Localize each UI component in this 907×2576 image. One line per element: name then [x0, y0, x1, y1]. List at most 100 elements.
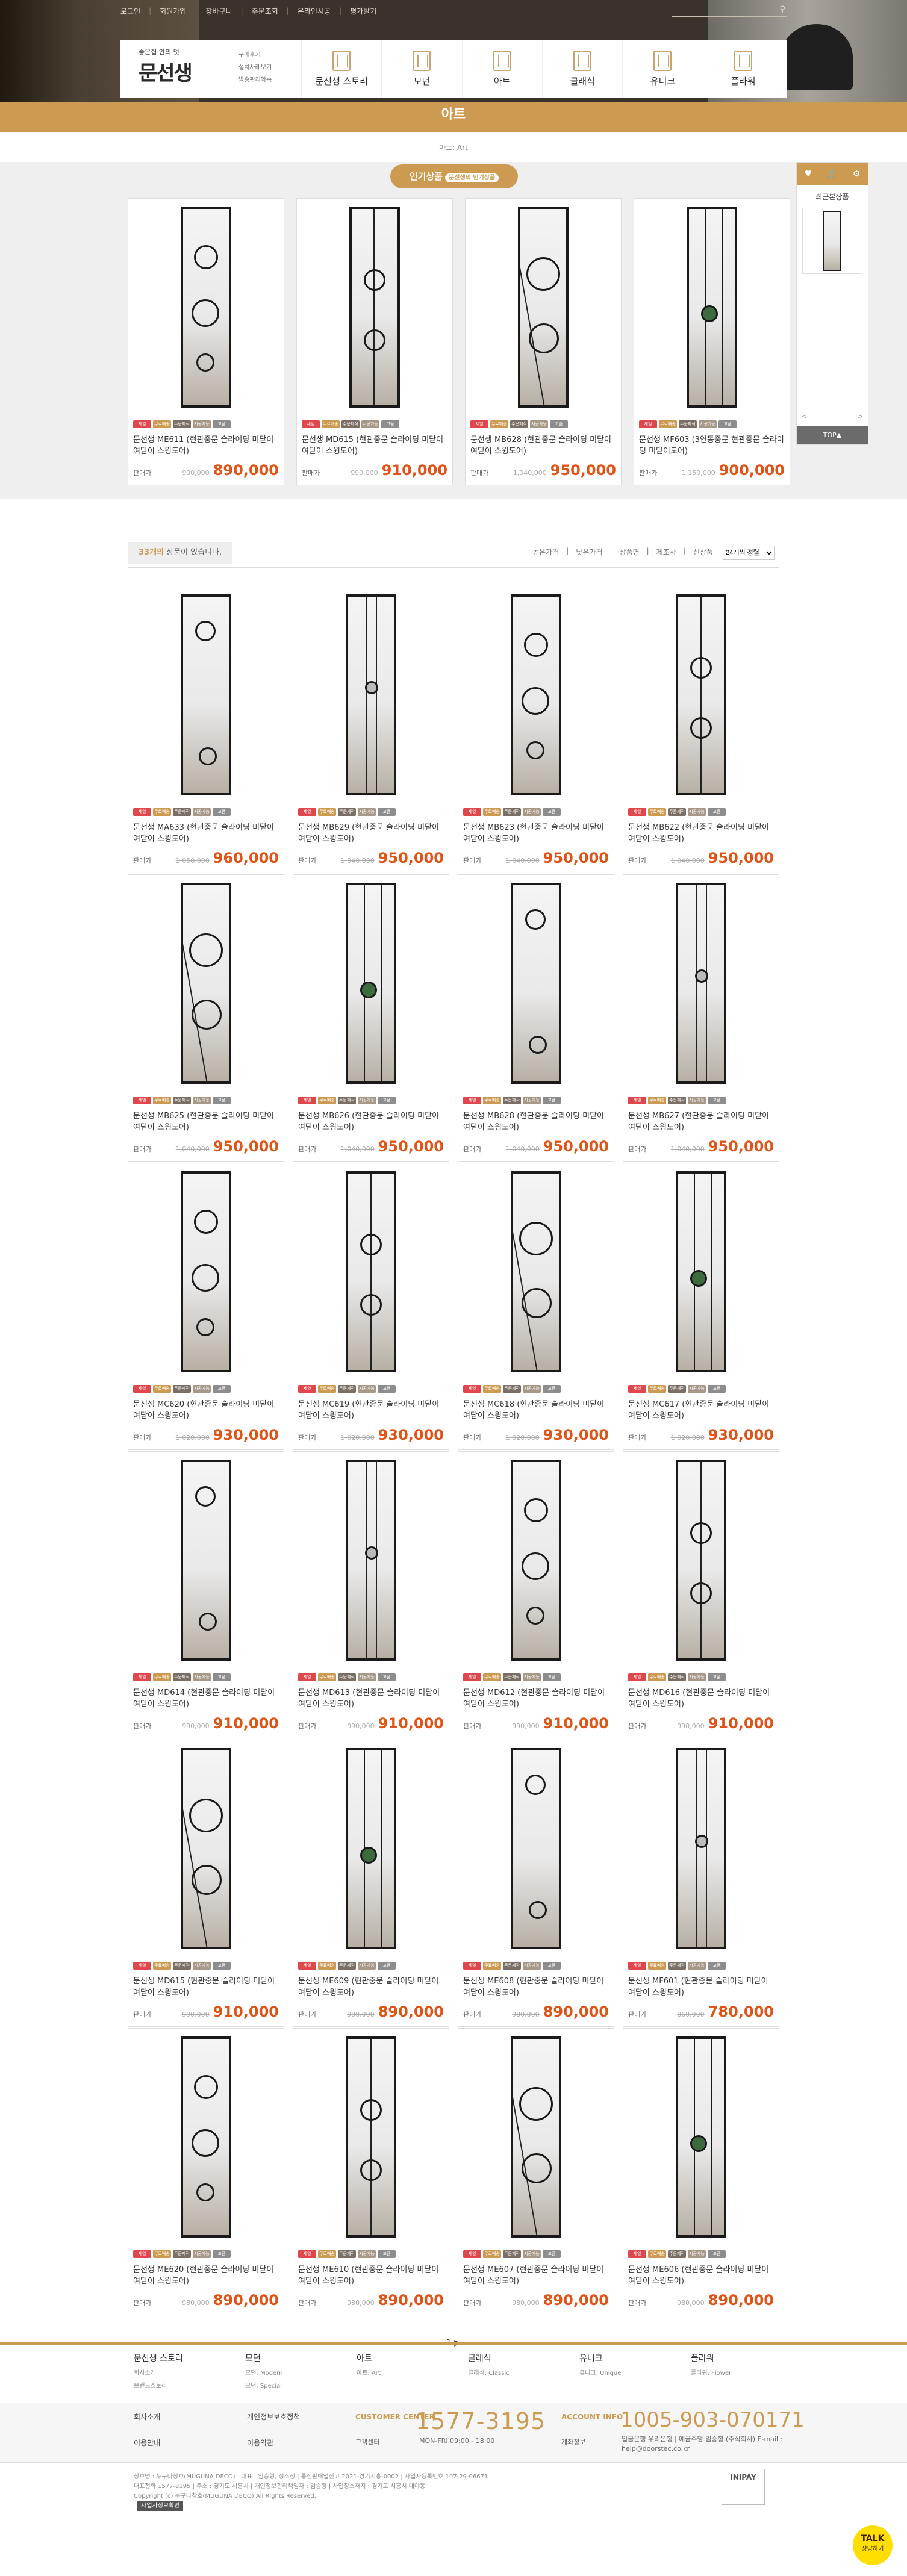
business-info-button[interactable]: 사업자정보확인 — [137, 2501, 184, 2511]
product-thumb[interactable] — [466, 199, 621, 415]
product-card[interactable]: 세일 무료배송 주문제작 시공가능 고품 문선생 MD615 (현관중문 슬라이딩 미닫이… — [128, 1740, 284, 2027]
footer-nav-title[interactable]: 모던 — [245, 2354, 261, 2363]
per-page-select[interactable]: 24개씩 정렬 — [723, 546, 775, 560]
product-thumb[interactable] — [623, 2029, 779, 2245]
cart-icon[interactable]: 🛒 — [827, 169, 837, 179]
product-card[interactable]: 세일 무료배송 주문제작 시공가능 고품 문선생 ME606 (현관중문 슬라이딩 미닫이… — [623, 2028, 779, 2315]
footer-guide-link[interactable]: 이용안내 — [134, 2438, 160, 2448]
product-card[interactable]: 세일 무료배송 주문제작 시공가능 고품 문선생 MD616 (현관중문 슬라이딩 미닫이… — [623, 1451, 779, 1738]
product-name[interactable]: 문선생 MD615 (현관중문 슬라이딩 미닫이 여닫이 스윙도어) — [297, 428, 452, 458]
footer-nav-title[interactable]: 플라워 — [691, 2354, 714, 2363]
kakao-chat-button[interactable]: TALK 상담하기 — [853, 2525, 893, 2565]
product-card[interactable]: 세일 무료배송 주문제작 시공가능 고품 문선생 MC619 (현관중문 슬라이딩 미닫이… — [293, 1163, 449, 1450]
product-name[interactable]: 문선생 MB625 (현관중문 슬라이딩 미닫이 여닫이 스윙도어) — [128, 1104, 284, 1134]
product-name[interactable]: 문선생 MB628 (현관중문 슬라이딩 미닫이 여닫이 스윙도어) — [466, 428, 621, 458]
nav-story[interactable]: 문선생 스토리 — [301, 40, 381, 98]
footer-nav-title[interactable]: 문선생 스토리 — [134, 2354, 183, 2363]
sidebar-prev-button[interactable]: < — [802, 412, 807, 420]
footer-nav-sub[interactable]: 유니크: Unique — [579, 2368, 691, 2377]
product-card[interactable]: 세일 무료배송 주문제작 시공가능 고품 문선생 MC617 (현관중문 슬라이딩 미닫이… — [623, 1163, 779, 1450]
product-thumb[interactable] — [293, 1163, 449, 1380]
footer-nav-sub[interactable]: 모던: Special — [245, 2380, 357, 2389]
product-thumb[interactable] — [458, 1163, 614, 1380]
product-name[interactable]: 문선생 ME609 (현관중문 슬라이딩 미닫이 여닫이 스윙도어) — [293, 1970, 449, 2000]
sidebar-next-button[interactable]: > — [858, 412, 863, 420]
quick-link-review[interactable]: 구매후기 — [238, 49, 272, 58]
product-thumb[interactable] — [623, 1452, 779, 1669]
product-name[interactable]: 문선생 MB626 (현관중문 슬라이딩 미닫이 여닫이 스윙도어) — [293, 1104, 449, 1134]
product-thumb[interactable] — [293, 1452, 449, 1669]
product-card[interactable]: 세일 무료배송 주문제작 시공가능 고품 문선생 MC618 (현관중문 슬라이딩 미닫이… — [458, 1163, 614, 1450]
sort-new[interactable]: 신상품 — [693, 547, 713, 557]
product-thumb[interactable] — [128, 1740, 284, 1957]
product-name[interactable]: 문선생 MC619 (현관중문 슬라이딩 미닫이 여닫이 스윙도어) — [293, 1393, 449, 1423]
product-thumb[interactable] — [623, 875, 779, 1092]
product-name[interactable]: 문선생 MB623 (현관중문 슬라이딩 미닫이 여닫이 스윙도어) — [458, 816, 614, 846]
product-thumb[interactable] — [293, 875, 449, 1092]
product-thumb[interactable] — [128, 1452, 284, 1669]
product-name[interactable]: 문선생 ME611 (현관중문 슬라이딩 미닫이 여닫이 스윙도어) — [128, 428, 284, 458]
nav-art[interactable]: 아트 — [461, 40, 542, 98]
product-card[interactable]: 세일 무료배송 주문제작 시공가능 고품 문선생 MB628 (현관중문 슬라이딩 미닫이… — [458, 874, 614, 1162]
product-card[interactable]: 세일 무료배송 주문제작 시공가능 고품 문선생 MB629 (현관중문 슬라이딩 미닫이… — [293, 586, 449, 873]
search-input[interactable] — [672, 7, 768, 17]
product-card[interactable]: 세일 무료배송 주문제작 시공가능 고품 문선생 ME611 (현관중문 슬라이딩 미닫이… — [128, 198, 284, 485]
product-card[interactable]: 세일 무료배송 주문제작 시공가능 고품 문선생 MB628 (현관중문 슬라이딩 미닫이… — [465, 198, 622, 485]
product-thumb[interactable] — [458, 1740, 614, 1957]
search-icon[interactable]: ⚲ — [779, 5, 785, 14]
util-rating-link[interactable]: 평가탈기 — [350, 6, 376, 16]
util-login-link[interactable]: 로그인 — [120, 6, 140, 16]
product-card[interactable]: 세일 무료배송 주문제작 시공가능 고품 문선생 MD612 (현관중문 슬라이딩 미닫이… — [458, 1451, 614, 1738]
product-card[interactable]: 세일 무료배송 주문제작 시공가능 고품 문선생 MB626 (현관중문 슬라이딩 미닫이… — [293, 874, 449, 1162]
product-name[interactable]: 문선생 ME610 (현관중문 슬라이딩 미닫이 여닫이 스윙도어) — [293, 2258, 449, 2288]
nav-modern[interactable]: 모던 — [381, 40, 461, 98]
footer-privacy-link[interactable]: 개인정보보호정책 — [247, 2412, 300, 2422]
product-name[interactable]: 문선생 MD612 (현관중문 슬라이딩 미닫이 여닫이 스윙도어) — [458, 1681, 614, 1711]
nav-classic[interactable]: 클래식 — [541, 40, 622, 98]
product-card[interactable]: 세일 무료배송 주문제작 시공가능 고품 문선생 MD613 (현관중문 슬라이딩 미닫이… — [293, 1451, 449, 1738]
product-thumb[interactable] — [293, 1740, 449, 1957]
nav-unique[interactable]: 유니크 — [622, 40, 702, 98]
nav-flower[interactable]: 플라워 — [702, 40, 783, 98]
footer-nav-title[interactable]: 유니크 — [579, 2354, 603, 2363]
sort-low-price[interactable]: 낮은가격 — [576, 547, 602, 557]
product-card[interactable]: 세일 무료배송 주문제작 시공가능 고품 문선생 ME609 (현관중문 슬라이딩 미닫이… — [293, 1740, 449, 2027]
logo[interactable]: 좋은집 안의 멋 문선생 — [139, 47, 229, 90]
product-card[interactable]: 세일 무료배송 주문제작 시공가능 고품 문선생 MB623 (현관중문 슬라이딩 미닫이… — [458, 586, 614, 873]
product-name[interactable]: 문선생 MD614 (현관중문 슬라이딩 미닫이 여닫이 스윙도어) — [128, 1681, 284, 1711]
product-name[interactable]: 문선생 MA633 (현관중문 슬라이딩 미닫이 여닫이 스윙도어) — [128, 816, 284, 846]
product-thumb[interactable] — [293, 2029, 449, 2245]
product-thumb[interactable] — [458, 586, 614, 803]
util-join-link[interactable]: 회원가입 — [160, 6, 186, 16]
product-name[interactable]: 문선생 ME606 (현관중문 슬라이딩 미닫이 여닫이 스윙도어) — [623, 2258, 779, 2288]
quick-link-cases[interactable]: 설치사례보기 — [238, 62, 272, 71]
util-online-link[interactable]: 온라인시공 — [298, 6, 331, 16]
top-button[interactable]: TOP▲ — [797, 426, 868, 444]
product-card[interactable]: 세일 무료배송 주문제작 시공가능 고품 문선생 MB625 (현관중문 슬라이딩 미닫이… — [128, 874, 284, 1162]
quick-link-promise[interactable]: 발송관리약속 — [238, 75, 272, 84]
sort-name[interactable]: 상품명 — [620, 547, 640, 557]
product-name[interactable]: 문선생 MF603 (3연동중문 현관중문 슬라이딩 미닫이도어) — [634, 428, 790, 458]
product-card[interactable]: 세일 무료배송 주문제작 시공가능 고품 문선생 MF603 (3연동중문 현관중문 슬라… — [634, 198, 790, 485]
product-thumb[interactable] — [458, 2029, 614, 2245]
util-cart-link[interactable]: 장바구니 — [205, 6, 232, 16]
product-name[interactable]: 문선생 ME607 (현관중문 슬라이딩 미닫이 여닫이 스윙도어) — [458, 2258, 614, 2288]
footer-nav-sub[interactable]: 클래식: Classic — [468, 2368, 579, 2377]
product-name[interactable]: 문선생 MD613 (현관중문 슬라이딩 미닫이 여닫이 스윙도어) — [293, 1681, 449, 1711]
product-card[interactable]: 세일 무료배송 주문제작 시공가능 고품 문선생 ME608 (현관중문 슬라이딩 미닫이… — [458, 1740, 614, 2027]
product-thumb[interactable] — [128, 1163, 284, 1380]
sort-maker[interactable]: 제조사 — [656, 547, 676, 557]
product-name[interactable]: 문선생 MB622 (현관중문 슬라이딩 미닫이 여닫이 스윙도어) — [623, 816, 779, 846]
product-thumb[interactable] — [634, 199, 790, 415]
product-thumb[interactable] — [458, 875, 614, 1092]
recent-product-thumb[interactable] — [802, 208, 862, 274]
product-thumb[interactable] — [128, 875, 284, 1092]
product-thumb[interactable] — [623, 1740, 779, 1957]
footer-company-link[interactable]: 회사소개 — [134, 2412, 160, 2422]
product-name[interactable]: 문선생 MD615 (현관중문 슬라이딩 미닫이 여닫이 스윙도어) — [128, 1970, 284, 2000]
sort-high-price[interactable]: 높은가격 — [532, 547, 559, 557]
footer-nav-title[interactable]: 클래식 — [468, 2354, 491, 2363]
product-name[interactable]: 문선생 ME608 (현관중문 슬라이딩 미닫이 여닫이 스윙도어) — [458, 1970, 614, 2000]
product-card[interactable]: 세일 무료배송 주문제작 시공가능 고품 문선생 MC620 (현관중문 슬라이딩 미닫이… — [128, 1163, 284, 1450]
product-name[interactable]: 문선생 MD616 (현관중문 슬라이딩 미닫이 여닫이 스윙도어) — [623, 1681, 779, 1711]
